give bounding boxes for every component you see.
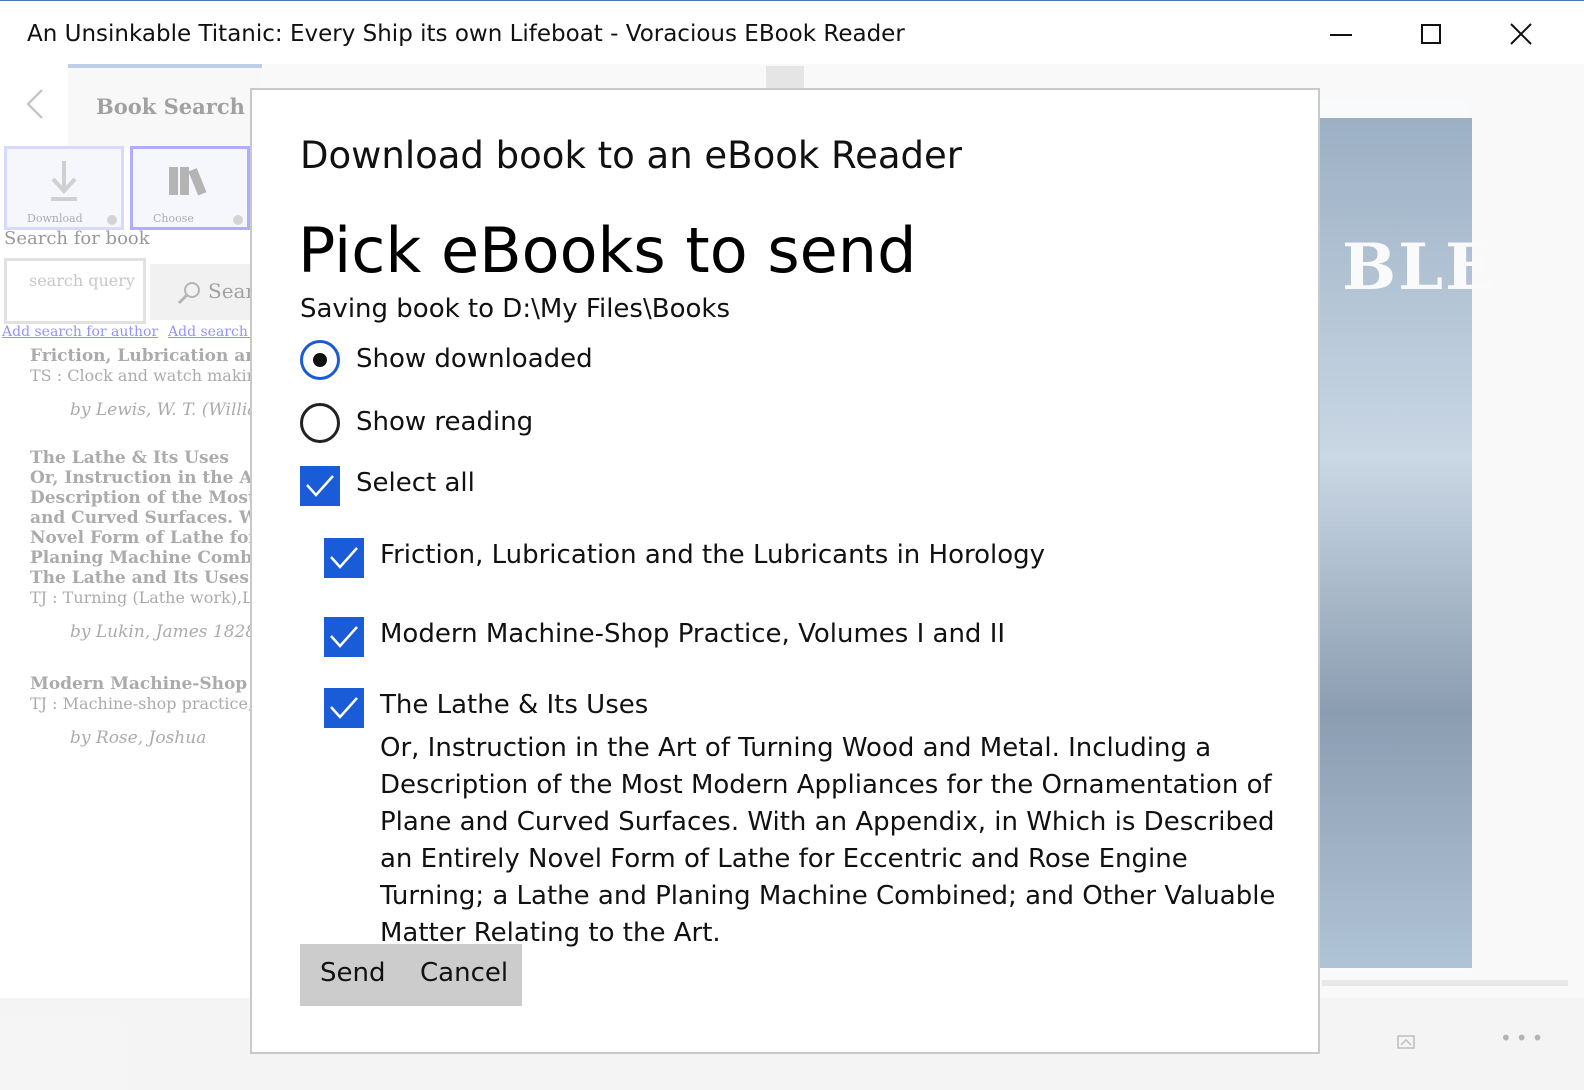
title-bar: An Unsinkable Titanic: Every Ship its ow… <box>0 0 1584 65</box>
book-checkbox[interactable] <box>324 688 364 728</box>
checkmark-icon <box>330 626 358 648</box>
dialog-title: Download book to an eBook Reader <box>300 134 962 177</box>
maximize-icon <box>1421 24 1441 44</box>
show-downloaded-label: Show downloaded <box>356 344 593 374</box>
book-title: The Lathe & Its Uses <box>380 690 649 720</box>
maximize-button[interactable] <box>1408 17 1454 53</box>
book-title: Friction, Lubrication and the Lubricants… <box>380 540 1046 570</box>
show-reading-label: Show reading <box>356 407 534 437</box>
book-description: Or, Instruction in the Art of Turning Wo… <box>380 733 1276 948</box>
select-all-checkbox[interactable] <box>300 466 340 506</box>
checkmark-icon <box>330 697 358 719</box>
cancel-button[interactable]: Cancel <box>420 958 508 988</box>
radio-selected-icon <box>300 340 340 380</box>
book-checkbox[interactable] <box>324 538 364 578</box>
dialog-heading: Pick eBooks to send <box>298 214 917 287</box>
book-checkbox[interactable] <box>324 617 364 657</box>
minimize-button[interactable] <box>1318 17 1364 53</box>
send-button[interactable]: Send <box>320 958 385 988</box>
send-ebooks-dialog: Download book to an eBook Reader Pick eB… <box>250 88 1320 1054</box>
checkmark-icon <box>330 547 358 569</box>
minimize-icon <box>1330 34 1352 36</box>
window-title: An Unsinkable Titanic: Every Ship its ow… <box>27 21 905 47</box>
checkmark-icon <box>306 475 334 497</box>
close-icon <box>1510 23 1532 45</box>
book-title: Modern Machine-Shop Practice, Volumes I … <box>380 619 1006 649</box>
select-all-label: Select all <box>356 468 475 498</box>
close-button[interactable] <box>1498 17 1544 53</box>
save-path-text: Saving book to D:\My Files\Books <box>300 294 730 324</box>
dialog-button-bar: Send Cancel <box>300 944 522 1006</box>
radio-unselected-icon <box>300 403 340 443</box>
